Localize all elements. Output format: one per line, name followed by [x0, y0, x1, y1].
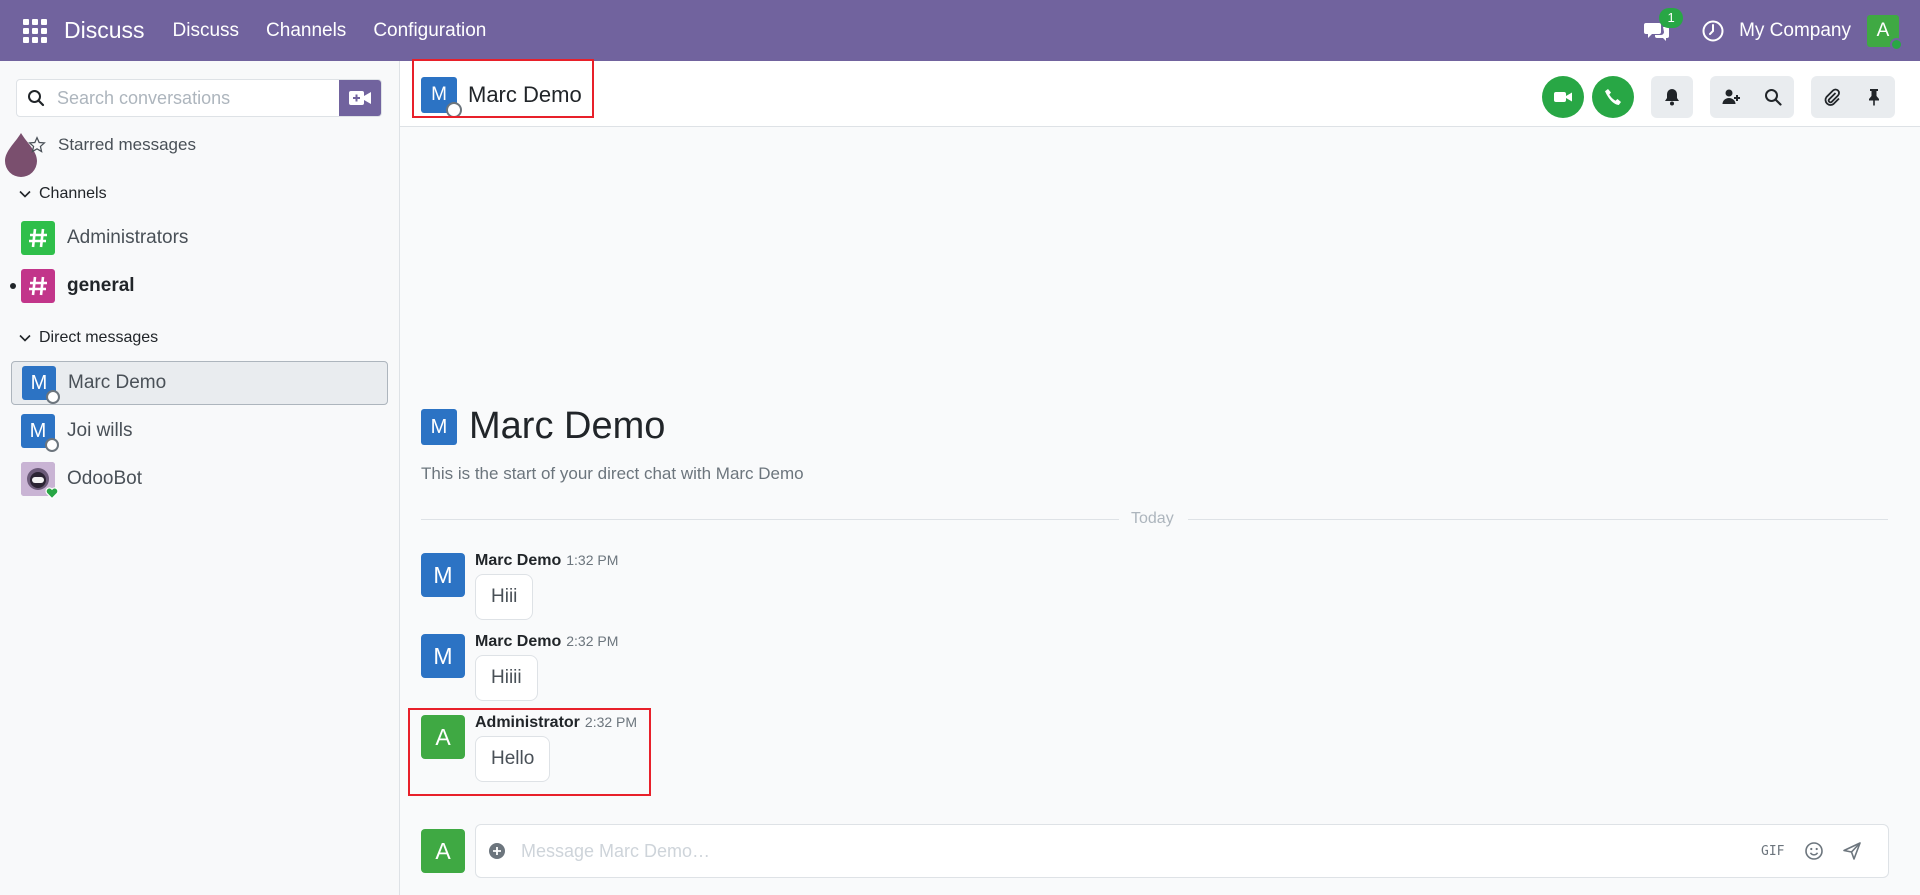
chevron-down-icon [19, 190, 31, 198]
message-author: Administrator 2:32 PM [475, 714, 638, 731]
starred-label: Starred messages [58, 135, 196, 154]
starred-messages-link[interactable]: Starred messages [28, 135, 196, 155]
message-bubble[interactable]: Hiii [475, 574, 534, 620]
message-time: 2:32 PM [566, 633, 619, 649]
sidebar-item-administrators[interactable]: Administrators [11, 216, 388, 260]
menu-configuration[interactable]: Configuration [373, 20, 486, 42]
app-brand[interactable]: Discuss [64, 17, 145, 44]
company-switcher[interactable]: My Company [1739, 20, 1851, 42]
avatar: M [21, 414, 59, 452]
attachments-button[interactable] [1811, 76, 1853, 118]
video-plus-icon [349, 91, 371, 105]
thread-intro-text: This is the start of your direct chat wi… [421, 464, 804, 483]
sidebar-item-general[interactable]: general [10, 264, 388, 308]
gif-button[interactable]: GIF [1761, 844, 1784, 859]
notification-settings-button[interactable] [1651, 76, 1693, 118]
voice-call-button[interactable] [1592, 76, 1634, 118]
search-messages-button[interactable] [1752, 76, 1794, 118]
clock-icon[interactable] [1701, 19, 1725, 43]
sidebar-item-joi-wills[interactable]: M Joi wills [11, 409, 388, 453]
message-composer: GIF [475, 824, 1889, 878]
message-bubble[interactable]: Hello [475, 736, 551, 782]
pin-icon [1869, 89, 1879, 106]
thread-title[interactable]: Marc Demo [468, 82, 582, 108]
dm-label: Joi wills [67, 420, 133, 441]
chat-count-badge: 1 [1659, 7, 1684, 28]
avatar: A [421, 829, 465, 873]
odoobot-avatar [21, 462, 59, 500]
search-icon [28, 90, 45, 107]
hashtag-icon [21, 269, 55, 303]
top-navbar: Discuss Discuss Channels Configuration 1… [0, 0, 1920, 61]
offline-status-icon [46, 390, 60, 404]
sidebar-item-marc-demo[interactable]: M Marc Demo [11, 361, 388, 405]
paperclip-icon [1824, 88, 1840, 106]
channels-section-toggle[interactable]: Channels [18, 185, 107, 203]
video-call-icon [1554, 92, 1572, 102]
date-divider: Today [1131, 510, 1174, 527]
bell-icon [1665, 89, 1679, 106]
message-author: Marc Demo 1:32 PM [475, 552, 619, 569]
emoji-icon[interactable] [1804, 841, 1824, 861]
date-divider-line [421, 519, 1119, 520]
dm-label: OdooBot [67, 468, 142, 489]
messaging-menu[interactable]: 1 [1643, 7, 1684, 45]
user-avatar[interactable]: A [1867, 14, 1903, 51]
avatar[interactable]: A [421, 715, 465, 759]
star-icon [28, 136, 46, 153]
start-meeting-button[interactable] [339, 80, 381, 116]
offline-status-icon [446, 102, 462, 118]
search-conversations-input[interactable] [57, 87, 327, 109]
phone-icon [1605, 89, 1621, 105]
plus-circle-icon[interactable] [488, 842, 506, 860]
menu-discuss[interactable]: Discuss [173, 20, 240, 42]
thread-intro-title: Marc Demo [469, 405, 666, 447]
discuss-sidebar: Starred messages Channels Administrators… [0, 61, 400, 895]
heart-online-icon [45, 487, 59, 500]
message-time: 2:32 PM [584, 714, 638, 730]
video-call-button[interactable] [1542, 76, 1584, 118]
offline-status-icon [45, 438, 59, 452]
dm-header: Direct messages [39, 329, 159, 346]
search-icon [1765, 89, 1782, 106]
avatar: M [421, 409, 457, 445]
pinned-messages-button[interactable] [1853, 76, 1895, 118]
avatar: M [421, 77, 462, 118]
date-divider-line [1188, 519, 1888, 520]
unread-indicator [10, 283, 16, 289]
thread-header: M Marc Demo [400, 59, 1920, 127]
user-initial: A [1876, 19, 1890, 41]
online-status-dot [1890, 37, 1903, 51]
message-bubble[interactable]: Hiiii [475, 655, 538, 701]
dm-label: Marc Demo [68, 372, 167, 393]
message-author: Marc Demo 2:32 PM [475, 633, 619, 650]
apps-menu-icon[interactable] [23, 18, 47, 43]
direct-messages-section-toggle[interactable]: Direct messages [18, 329, 158, 347]
avatar: M [22, 366, 60, 404]
menu-channels[interactable]: Channels [266, 20, 346, 42]
chevron-down-icon [19, 334, 31, 342]
message-time: 1:32 PM [566, 552, 619, 568]
channel-label: general [67, 275, 135, 296]
channel-label: Administrators [67, 227, 189, 248]
search-box [16, 79, 382, 117]
channels-header: Channels [39, 185, 107, 202]
avatar[interactable]: M [421, 634, 465, 678]
add-user-icon [1722, 89, 1740, 104]
thread-panel: M Marc Demo M Marc Demo This is the star… [400, 59, 1920, 895]
message-input[interactable] [521, 840, 1751, 862]
add-users-button[interactable] [1710, 76, 1752, 118]
hashtag-icon [21, 221, 55, 255]
sidebar-item-odoobot[interactable]: OdooBot [11, 457, 388, 501]
send-icon[interactable] [1842, 841, 1862, 861]
avatar[interactable]: M [421, 553, 465, 597]
